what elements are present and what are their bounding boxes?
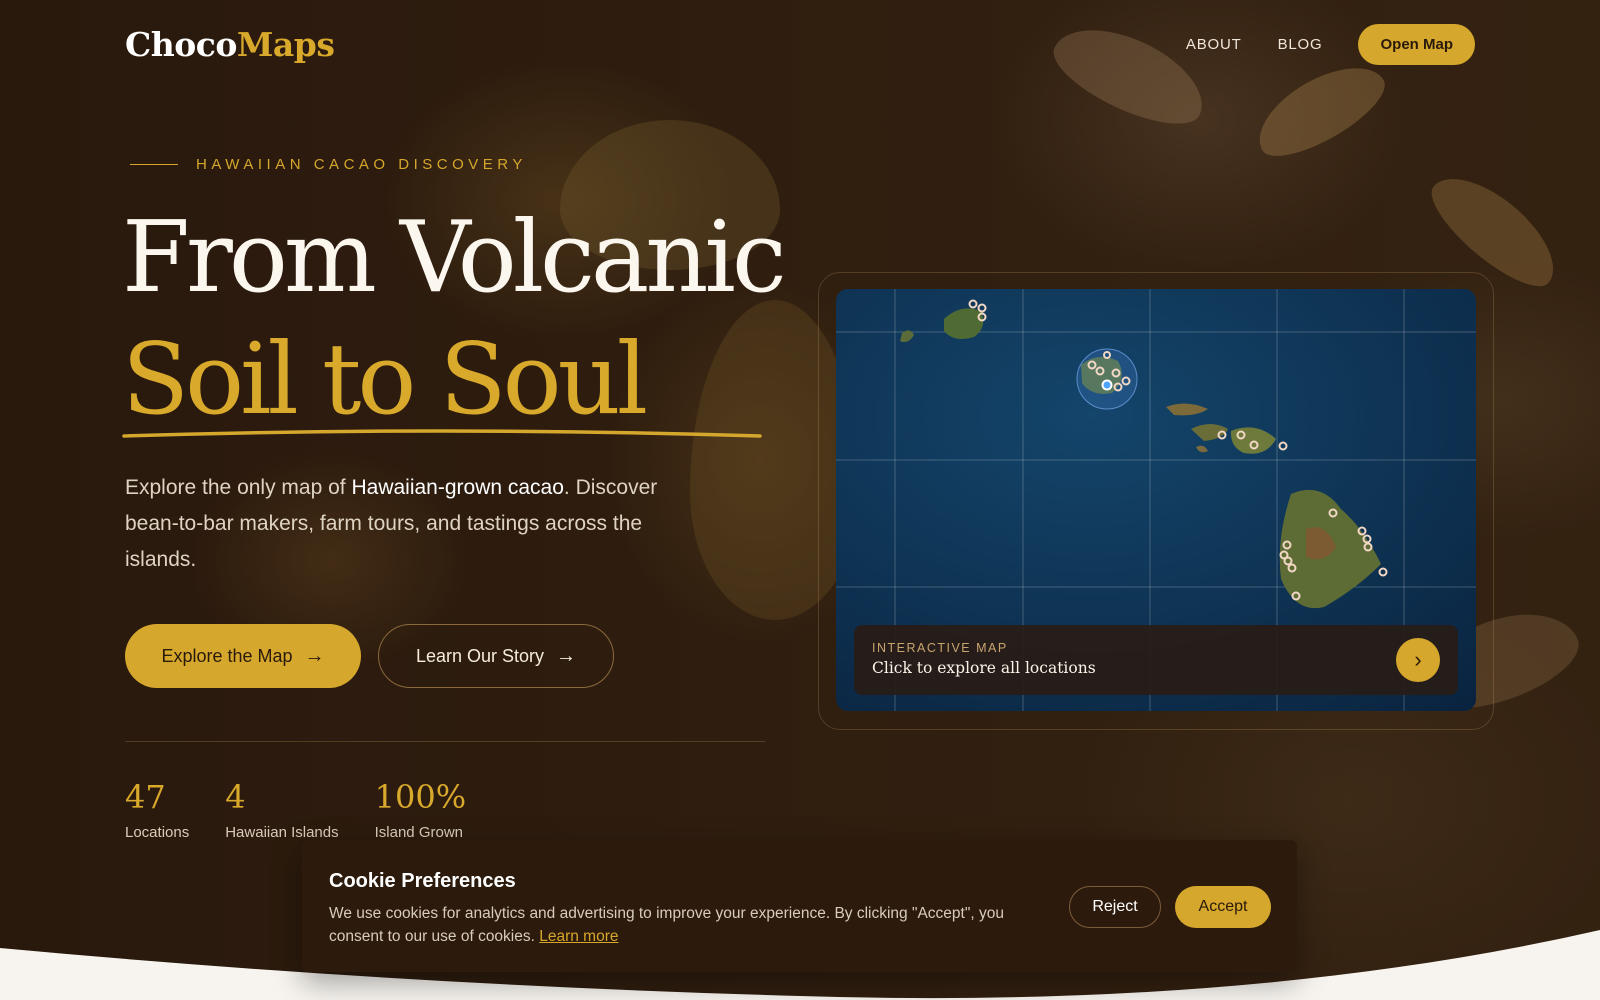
- stat-value: 47: [125, 778, 166, 816]
- nav-link-about[interactable]: ABOUT: [1186, 36, 1242, 53]
- open-map-button[interactable]: Open Map: [1358, 23, 1475, 65]
- nav-links: ABOUT BLOG Open Map: [1186, 23, 1475, 65]
- stat-value: 4: [225, 778, 246, 816]
- selected-location-marker[interactable]: [1101, 379, 1113, 391]
- hero-eyebrow: HAWAIIAN CACAO DISCOVERY: [130, 156, 527, 173]
- stat-label: Hawaiian Islands: [225, 824, 339, 841]
- stat-value: 100%: [374, 778, 467, 816]
- lead-highlight: Hawaiian-grown cacao: [351, 476, 564, 499]
- interactive-map[interactable]: INTERACTIVE MAP Click to explore all loc…: [836, 289, 1476, 711]
- learn-story-label: Learn Our Story: [415, 645, 545, 666]
- cookie-banner: Cookie Preferences We use cookies for an…: [302, 840, 1297, 972]
- chevron-right-icon[interactable]: ›: [1396, 638, 1440, 682]
- cookie-body: We use cookies for analytics and adverti…: [329, 905, 1004, 945]
- reject-cookies-button[interactable]: Reject: [1069, 886, 1161, 928]
- logo[interactable]: ChocoMaps: [125, 24, 335, 64]
- cookie-text: We use cookies for analytics and adverti…: [329, 902, 1044, 948]
- lead-text-1: Explore the only map of: [125, 476, 352, 499]
- nav-link-blog[interactable]: BLOG: [1278, 36, 1323, 53]
- hero-lead: Explore the only map of Hawaiian-grown c…: [125, 470, 705, 578]
- stat-label: Island Grown: [374, 824, 463, 841]
- stat-island-grown: 100% Island Grown: [375, 778, 466, 841]
- explore-map-button[interactable]: Explore the Map →: [125, 624, 361, 688]
- stat-label: Locations: [125, 824, 190, 841]
- stats-divider: [125, 741, 765, 742]
- eyebrow-text: HAWAIIAN CACAO DISCOVERY: [196, 156, 527, 173]
- explore-map-label: Explore the Map: [161, 645, 293, 666]
- stat-locations: 47 Locations: [125, 778, 189, 841]
- cookie-title: Cookie Preferences: [329, 870, 516, 892]
- stat-islands: 4 Hawaiian Islands: [225, 778, 338, 841]
- map-caption-title: Click to explore all locations: [872, 659, 1096, 677]
- hero-title-line2: Soil to Soul: [122, 323, 648, 437]
- logo-text-maps: Maps: [236, 24, 335, 64]
- accept-cookies-button[interactable]: Accept: [1175, 886, 1271, 928]
- stats-row: 47 Locations 4 Hawaiian Islands 100% Isl…: [125, 778, 466, 841]
- logo-text-choco: Choco: [125, 24, 237, 64]
- title-underline: [122, 429, 762, 438]
- arrow-right-icon: →: [556, 644, 577, 667]
- eyebrow-line: [130, 164, 178, 165]
- arrow-right-icon: →: [304, 644, 325, 667]
- cookie-learn-more-link[interactable]: Learn more: [539, 928, 618, 945]
- learn-story-button[interactable]: Learn Our Story →: [378, 624, 614, 688]
- map-caption[interactable]: INTERACTIVE MAP Click to explore all loc…: [854, 625, 1458, 695]
- map-caption-eyebrow: INTERACTIVE MAP: [872, 641, 1008, 655]
- hero-title-line1: From Volcanic: [122, 201, 787, 315]
- top-nav: ChocoMaps ABOUT BLOG Open Map: [125, 20, 1475, 68]
